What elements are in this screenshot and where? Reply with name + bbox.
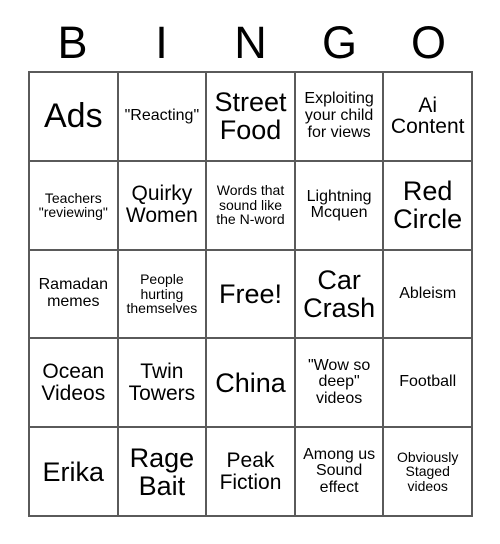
bingo-cell[interactable]: Ableism xyxy=(384,250,473,340)
header-letter-o: O xyxy=(410,17,446,68)
bingo-cell[interactable]: China xyxy=(207,339,296,429)
bingo-cell-label: "Wow so deep" videos xyxy=(307,356,371,408)
bingo-cell-label: Among us Sound effect xyxy=(303,445,376,496)
bingo-card: B I N G O Ads "Reacting" Street Food Exp… xyxy=(0,0,500,544)
header-letter-i: I xyxy=(155,17,168,68)
bingo-cell[interactable]: Car Crash xyxy=(295,250,385,340)
bingo-cell-label: Exploiting your child for views xyxy=(304,90,374,141)
bingo-cell[interactable]: Exploiting your child for views xyxy=(295,73,385,162)
bingo-cell[interactable]: Lightning Mcquen xyxy=(295,161,385,251)
header-letter-n: N xyxy=(234,17,267,68)
bingo-cell[interactable]: Obviously Staged videos xyxy=(384,428,473,517)
bingo-cell[interactable]: Erika xyxy=(30,428,119,517)
bingo-cell[interactable]: Ai Content xyxy=(384,73,473,162)
bingo-cell-label: Ocean Videos xyxy=(41,359,106,405)
bingo-cell-label: China xyxy=(215,367,286,398)
bingo-header: B I N G O xyxy=(28,14,473,71)
bingo-cell[interactable]: Peak Fiction xyxy=(207,428,296,517)
bingo-cell[interactable]: "Reacting" xyxy=(118,73,208,162)
bingo-cell-label: Football xyxy=(399,373,457,391)
bingo-cell[interactable]: Among us Sound effect xyxy=(295,428,385,517)
bingo-cell[interactable]: People hurting themselves xyxy=(118,250,208,340)
bingo-cell[interactable]: Rage Bait xyxy=(118,428,208,517)
bingo-cell[interactable]: "Wow so deep" videos xyxy=(295,339,385,429)
header-letter-b: B xyxy=(57,17,88,68)
bingo-cell[interactable]: Red Circle xyxy=(384,161,473,251)
bingo-cell[interactable]: Ads xyxy=(30,73,119,162)
bingo-cell-label: Twin Towers xyxy=(128,359,196,405)
bingo-cell[interactable]: Quirky Women xyxy=(118,161,208,251)
bingo-cell-label: Free! xyxy=(218,278,282,309)
bingo-cell-label: Peak Fiction xyxy=(219,448,282,494)
bingo-cell-free[interactable]: Free! xyxy=(207,250,296,340)
bingo-cell-label: Car Crash xyxy=(303,264,376,323)
bingo-cell[interactable]: Football xyxy=(384,339,473,429)
bingo-cell[interactable]: Teachers "reviewing" xyxy=(30,161,119,251)
bingo-grid: Ads "Reacting" Street Food Exploiting yo… xyxy=(28,71,473,517)
bingo-cell-label: Quirky Women xyxy=(125,182,198,228)
bingo-cell-label: Lightning Mcquen xyxy=(306,187,372,222)
bingo-cell[interactable]: Words that sound like the N-word xyxy=(207,161,296,251)
bingo-cell-label: Erika xyxy=(42,456,105,487)
bingo-cell-label: Ai Content xyxy=(390,93,465,139)
bingo-cell[interactable]: Twin Towers xyxy=(118,339,208,429)
bingo-cell-label: Words that sound like the N-word xyxy=(216,182,285,228)
bingo-cell[interactable]: Ramadan memes xyxy=(30,250,119,340)
bingo-cell-label: Ads xyxy=(44,96,103,135)
bingo-cell-label: Street Food xyxy=(214,87,287,146)
bingo-cell-label: Red Circle xyxy=(393,176,463,235)
bingo-cell-label: Teachers "reviewing" xyxy=(38,189,108,221)
bingo-cell-label: Rage Bait xyxy=(129,442,195,501)
bingo-cell-label: Obviously Staged videos xyxy=(396,448,459,494)
bingo-cell-label: "Reacting" xyxy=(124,107,200,125)
header-letter-g: G xyxy=(321,17,357,68)
bingo-cell-label: Ableism xyxy=(399,284,457,302)
bingo-cell-label: Ramadan memes xyxy=(38,276,108,310)
bingo-cell[interactable]: Street Food xyxy=(207,73,296,162)
bingo-cell[interactable]: Ocean Videos xyxy=(30,339,119,429)
bingo-cell-label: People hurting themselves xyxy=(126,271,198,317)
